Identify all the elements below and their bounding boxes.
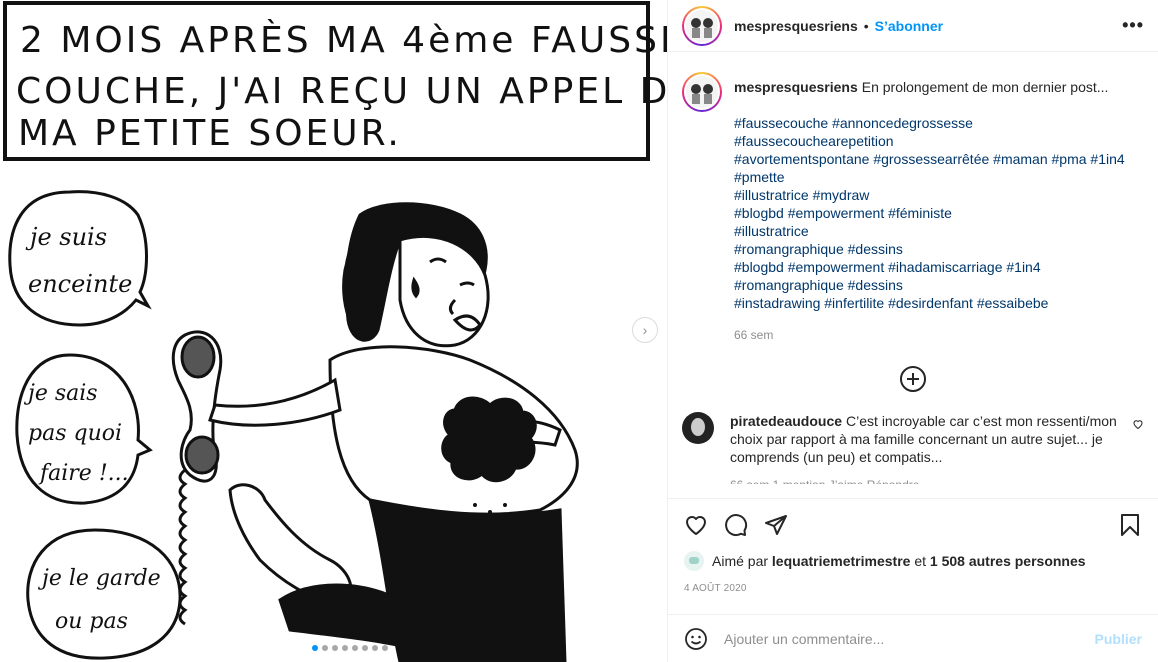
carousel-dot [322, 645, 328, 651]
woman-figure [208, 202, 579, 662]
comment-body: piratedeaudouce C’est incroyable car c’es… [730, 412, 1120, 484]
action-icons [684, 499, 1142, 551]
caption-avatar[interactable] [682, 72, 722, 112]
post-image[interactable]: 2 MOIS APRÈS MA 4ème FAUSSE COUCHE, J'AI… [0, 0, 668, 662]
more-options-icon[interactable]: ••• [1122, 15, 1144, 36]
like-heart-icon[interactable] [684, 513, 708, 537]
commenter-username[interactable]: piratedeaudouce [730, 413, 842, 429]
carousel-dot [312, 645, 318, 651]
hashtag-line[interactable]: #avortementspontane #grossessearrêtée #m… [734, 150, 1134, 168]
hashtag-line[interactable]: #blogbd #empowerment #ihadamiscarriage #… [734, 258, 1134, 276]
carousel-dot [372, 645, 378, 651]
separator-dot: • [863, 17, 869, 34]
chevron-right-icon: › [642, 322, 648, 338]
carousel-indicator [312, 645, 388, 651]
caption-body: mespresquesriens En prolongement de mon d… [734, 72, 1134, 344]
hashtag-line[interactable]: #pmette [734, 168, 1134, 186]
add-comment-bar: Publier [668, 614, 1158, 662]
emoji-smiley-icon[interactable] [684, 627, 708, 651]
carousel-dot [382, 645, 388, 651]
hashtag-line[interactable]: #faussecouche #annoncedegrossesse [734, 114, 1134, 132]
hashtag-line[interactable]: #romangraphique #dessins [734, 240, 1134, 258]
bubble-2-line-2: pas quoi [28, 421, 122, 446]
comment-like-heart-icon[interactable] [1132, 418, 1144, 430]
post-date[interactable]: 4 AOÛT 2020 [684, 583, 1142, 594]
bubble-2-line-3: faire !... [38, 461, 129, 486]
likes-and: et [914, 553, 927, 569]
carousel-dot [342, 645, 348, 651]
hashtag-line[interactable]: #blogbd #empowerment #féministe [734, 204, 1134, 222]
bubble-3-line-2: ou pas [55, 609, 128, 634]
comic-illustration: 2 MOIS APRÈS MA 4ème FAUSSE COUCHE, J'AI… [3, 1, 668, 662]
post-view: 2 MOIS APRÈS MA 4ème FAUSSE COUCHE, J'AI… [0, 0, 1158, 662]
post-actions: Aimé par lequatriemetrimestre et 1 508 a… [668, 498, 1158, 594]
likes-prefix: Aimé par [712, 553, 769, 569]
carousel-dot [332, 645, 338, 651]
hashtag-line[interactable]: #romangraphique #dessins [734, 276, 1134, 294]
likes-summary: Aimé par lequatriemetrimestre et 1 508 a… [684, 551, 1142, 571]
bookmark-icon[interactable] [1118, 513, 1142, 537]
post-caption: mespresquesriens En prolongement de mon d… [682, 72, 1144, 344]
carousel-dot [352, 645, 358, 651]
likes-others-count[interactable]: 1 508 autres personnes [930, 553, 1086, 569]
liker-username[interactable]: lequatriemetrimestre [772, 553, 911, 569]
avatar-image [686, 9, 718, 42]
bubble-3-line-1: je le garde [37, 566, 161, 591]
phone-cord [178, 468, 188, 626]
carousel-next-button[interactable]: › [632, 317, 658, 343]
load-more-comments [682, 366, 1144, 392]
publish-button[interactable]: Publier [1095, 631, 1142, 647]
comment-bubble-icon[interactable] [724, 513, 748, 537]
comment-item: piratedeaudouce C’est incroyable car c’es… [682, 412, 1144, 484]
banner-line-1: 2 MOIS APRÈS MA 4ème FAUSSE [20, 19, 668, 61]
commenter-avatar[interactable] [682, 412, 714, 444]
comment-meta[interactable]: 66 sem 1 mention J’aime Répondre [730, 476, 1120, 484]
hashtag-list: #faussecouche #annoncedegrossesse #fausse… [734, 114, 1134, 312]
comment-input[interactable] [724, 630, 1095, 647]
hashtag-line[interactable]: #illustratrice [734, 222, 1134, 240]
hashtag-line[interactable]: #faussecouchearepetition [734, 132, 1134, 150]
speech-bubble-1 [8, 190, 152, 327]
share-paper-plane-icon[interactable] [764, 513, 788, 537]
caption-username[interactable]: mespresquesriens [734, 79, 858, 95]
caption-time[interactable]: 66 sem [734, 326, 1134, 344]
post-side-panel: mespresquesriens • S’abonner ••• mespres… [668, 0, 1158, 662]
carousel-dot [362, 645, 368, 651]
banner-line-2: COUCHE, J'AI REÇU UN APPEL DE [16, 71, 668, 112]
post-header: mespresquesriens • S’abonner ••• [668, 0, 1158, 52]
author-username[interactable]: mespresquesriens [734, 18, 858, 34]
avatar-image [686, 76, 718, 108]
bubble-1-line-2: enceinte [28, 270, 132, 298]
speech-bubble-3 [26, 528, 182, 660]
comments-section[interactable]: mespresquesriens En prolongement de mon d… [668, 52, 1158, 498]
bubble-1-line-1: je suis [25, 223, 107, 251]
plus-circle-icon[interactable] [900, 366, 926, 392]
liker-avatar[interactable] [684, 551, 704, 571]
follow-button[interactable]: S’abonner [875, 18, 943, 34]
hashtag-line[interactable]: #illustratrice #mydraw [734, 186, 1134, 204]
author-avatar[interactable] [682, 5, 722, 46]
banner-line-3: MA PETITE SOEUR. [18, 113, 402, 154]
caption-text: En prolongement de mon dernier post... [861, 79, 1109, 95]
bubble-2-line-1: je sais [23, 381, 98, 406]
hashtag-line[interactable]: #instadrawing #infertilite #desirdenfant… [734, 294, 1134, 312]
